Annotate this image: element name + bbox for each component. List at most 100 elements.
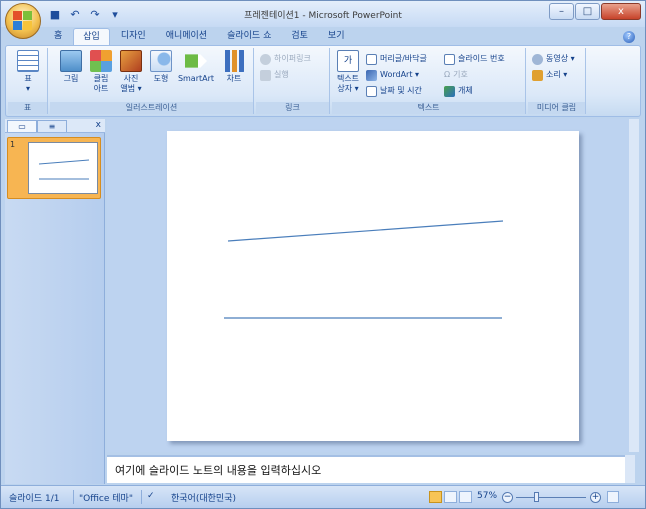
clipart-icon [90, 50, 112, 72]
thumb-line-top [38, 159, 90, 165]
tab-slides[interactable]: ▭ [7, 120, 37, 132]
slide-thumbnail-selected[interactable]: 1 [7, 137, 101, 199]
sound-label: 소리 ▾ [546, 70, 568, 79]
slide-shapes [224, 220, 504, 319]
chart-icon [223, 50, 245, 72]
wordart-icon [366, 69, 377, 81]
notes-pane[interactable]: 여기에 슬라이드 노트의 내용을 입력하십시오 [107, 455, 625, 483]
object-label: 개체 [458, 86, 473, 95]
slide-number-button[interactable]: 슬라이드 번호 [444, 52, 505, 66]
close-icon: x [618, 6, 624, 17]
table-button-label: 표 [24, 74, 32, 83]
spellcheck-icon[interactable]: ✓ [147, 491, 155, 501]
slide-edit-area [107, 119, 635, 452]
slides-panel: ▭ ≡ x 1 [5, 119, 105, 484]
action-button[interactable]: 실행 [260, 68, 289, 82]
table-button[interactable]: 표 ▾ [12, 50, 44, 94]
tab-review[interactable]: 검토 [282, 28, 317, 46]
powerpoint-window: ■ ↶ ↷ ▾ 프레젠테이션1 - Microsoft PowerPoint –… [0, 0, 646, 509]
group-tables: 표 ▾ 표 [8, 48, 48, 114]
picture-icon [60, 50, 82, 72]
tab-home[interactable]: 홈 [45, 28, 71, 46]
slide-number-icon [444, 53, 455, 65]
smartart-label: SmartArt [177, 74, 215, 83]
clipart-button[interactable]: 클립 아트 [88, 50, 114, 94]
sound-button[interactable]: 소리 ▾ [532, 68, 567, 82]
tab-design[interactable]: 디자인 [112, 28, 155, 46]
slide-sorter-view-button[interactable] [444, 491, 457, 503]
group-label-tables: 표 [8, 102, 47, 114]
slideshow-view-button[interactable] [459, 491, 472, 503]
slide-thumbnail[interactable] [28, 142, 98, 194]
omega-icon: Ω [444, 70, 451, 79]
wordart-button[interactable]: WordArt ▾ [366, 68, 419, 82]
slide-canvas[interactable] [167, 131, 579, 441]
group-label-media: 미디어 클립 [528, 102, 585, 114]
window-controls: – □ x [549, 3, 641, 20]
panel-close-button[interactable]: x [96, 120, 101, 130]
zoom-in-button[interactable]: + [590, 492, 601, 503]
fit-to-window-button[interactable] [607, 491, 619, 503]
panel-tabs: ▭ ≡ x [5, 119, 105, 133]
help-icon[interactable]: ? [623, 31, 635, 43]
tab-slideshow[interactable]: 슬라이드 쇼 [218, 28, 280, 46]
globe-icon [260, 53, 271, 65]
tab-animations[interactable]: 애니메이션 [157, 28, 216, 46]
status-language[interactable]: 한국어(대한민국) [171, 491, 236, 504]
slanted-line-shape[interactable] [227, 220, 504, 242]
status-bar: 슬라이드 1/1 "Office 테마" ✓ 한국어(대한민국) 57% − + [1, 485, 645, 508]
object-button[interactable]: 개체 [444, 84, 473, 98]
minimize-icon: – [559, 6, 564, 17]
header-footer-label: 머리글/바닥글 [380, 54, 427, 63]
status-separator [141, 490, 142, 504]
calendar-icon [366, 85, 377, 97]
tab-view[interactable]: 보기 [319, 28, 354, 46]
zoom-slider-thumb[interactable] [534, 492, 539, 502]
maximize-button[interactable]: □ [575, 3, 600, 20]
action-label: 실행 [274, 70, 289, 79]
shapes-label: 도형 [153, 74, 169, 83]
picture-button[interactable]: 그림 [56, 50, 86, 84]
photo-album-icon [120, 50, 142, 72]
photo-album-label-2: 앨범 ▾ [120, 84, 142, 93]
minimize-button[interactable]: – [549, 3, 574, 20]
normal-view-button[interactable] [429, 491, 442, 503]
chevron-down-icon: ▾ [25, 84, 30, 93]
tab-insert[interactable]: 삽입 [73, 28, 110, 46]
tab-outline[interactable]: ≡ [37, 120, 67, 132]
notes-scrollbar[interactable] [625, 455, 635, 483]
status-slide-count: 슬라이드 1/1 [9, 494, 60, 504]
shapes-button[interactable]: 도형 [148, 50, 174, 84]
smartart-button[interactable]: SmartArt [176, 50, 216, 84]
office-button[interactable] [5, 3, 41, 39]
hyperlink-label: 하이퍼링크 [274, 54, 311, 63]
ribbon-tabs: 홈 삽입 디자인 애니메이션 슬라이드 쇼 검토 보기 [45, 28, 353, 46]
notes-placeholder: 여기에 슬라이드 노트의 내용을 입력하십시오 [115, 464, 322, 477]
movie-button[interactable]: 동영상 ▾ [532, 52, 575, 66]
group-links: 하이퍼링크 실행 링크 [256, 48, 330, 114]
smartart-icon [185, 54, 207, 68]
close-button[interactable]: x [601, 3, 641, 20]
vertical-scrollbar[interactable] [629, 119, 639, 452]
hyperlink-button[interactable]: 하이퍼링크 [260, 52, 311, 66]
clipart-label-2: 아트 [93, 84, 109, 93]
header-footer-button[interactable]: 머리글/바닥글 [366, 52, 427, 66]
textbox-button[interactable]: 가 텍스트 상자 ▾ [334, 50, 362, 94]
zoom-level[interactable]: 57% [477, 491, 497, 501]
shapes-icon [150, 50, 172, 72]
zoom-slider[interactable] [516, 497, 586, 498]
group-illustrations: 그림 클립 아트 사진 앨범 ▾ 도형 SmartArt 차트 일러스트레이션 [50, 48, 254, 114]
object-icon [444, 85, 455, 97]
photo-album-button[interactable]: 사진 앨범 ▾ [116, 50, 146, 94]
slide-thumbnail-number: 1 [10, 140, 16, 149]
textbox-label-2: 상자 ▾ [337, 84, 359, 93]
datetime-label: 날짜 및 시간 [380, 86, 422, 95]
action-icon [260, 69, 271, 81]
group-media: 동영상 ▾ 소리 ▾ 미디어 클립 [528, 48, 586, 114]
symbol-button[interactable]: Ω 기호 [444, 68, 468, 82]
zoom-out-button[interactable]: − [502, 492, 513, 503]
office-logo-icon [13, 11, 33, 31]
datetime-button[interactable]: 날짜 및 시간 [366, 84, 422, 98]
chart-button[interactable]: 차트 [220, 50, 248, 84]
status-theme[interactable]: "Office 테마" [79, 491, 133, 504]
